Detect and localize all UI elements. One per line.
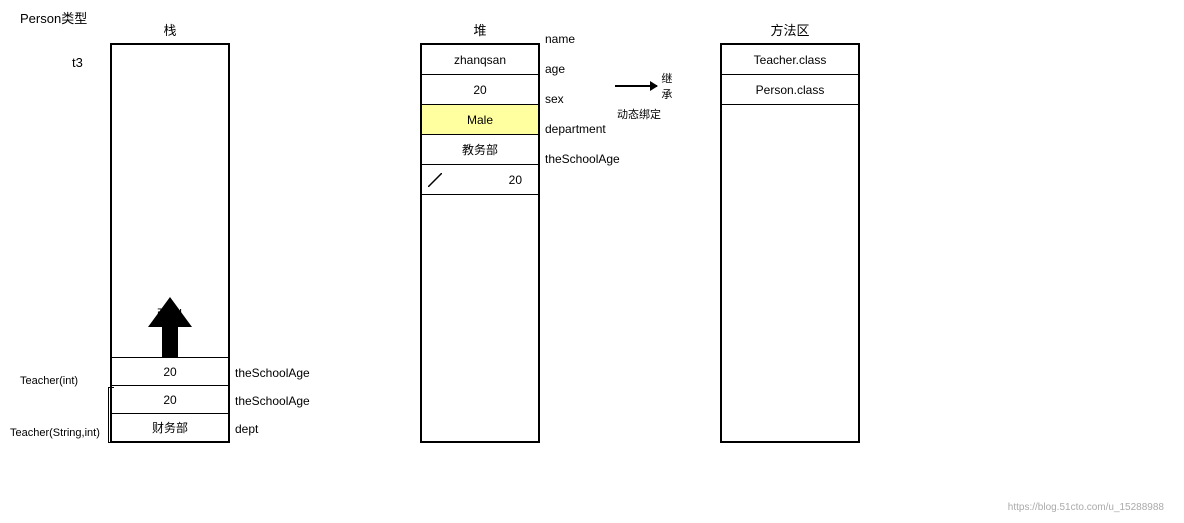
arrow-up [148,297,192,357]
arrow-line [615,85,657,87]
person-type-label: Person类型 [20,8,87,27]
heap-outer: zhanqsan 20 Male 教务部 [420,43,540,443]
teacher-string-int-label: Teacher(String,int) [10,427,100,439]
heap-field-label: department [545,122,606,136]
heap-cell-value: 20 [509,173,522,187]
table-row: 财务部 [112,413,228,441]
stack-right-label: dept [235,422,258,436]
heap-label-row: age [545,54,620,84]
diagram: Person类型 栈 t3 弹出 20 20 [0,0,1184,523]
heap-field-label: sex [545,92,564,106]
heap-cell-value: Male [467,113,493,127]
stack-cell-value: 20 [163,393,176,407]
inherit-label: 继承 [661,70,680,102]
table-row: 20 [422,165,538,195]
stack-right-row: theSchoolAge [235,387,310,415]
table-row: 20 [112,385,228,413]
inherit-arrow: 继承 [615,70,680,102]
stack-cell-value: 20 [163,365,176,379]
table-row: Male [422,105,538,135]
heap-field-label: name [545,32,575,46]
bracket [108,387,114,443]
stack-section: 栈 t3 弹出 20 20 财务部 [110,20,230,443]
stack-right-labels: theSchoolAge theSchoolAge dept [235,359,310,443]
stack-bottom: 20 20 财务部 [112,357,228,441]
stack-right-row: dept [235,415,310,443]
method-section: 方法区 Teacher.class Person.class [720,20,860,443]
heap-field-label: age [545,62,565,76]
heap-label-row: theSchoolAge [545,144,620,174]
table-row: Teacher.class [722,45,858,75]
method-outer: Teacher.class Person.class [720,43,860,443]
stack-cell-value: 财务部 [152,419,188,436]
method-cell-value: Teacher.class [754,53,827,67]
heap-section: 堆 zhanqsan 20 Male 教务部 [420,20,540,443]
table-row: 20 [422,75,538,105]
arrow-up-body [162,327,178,357]
stack-title: 栈 [110,20,230,39]
heap-top: zhanqsan 20 Male 教务部 [422,45,538,195]
heap-cell-value: 教务部 [462,141,498,158]
stack-right-label: theSchoolAge [235,394,310,408]
stack-outer: t3 弹出 20 20 财务部 [110,43,230,443]
heap-field-label: theSchoolAge [545,152,620,166]
heap-label-row: sex [545,84,620,114]
method-title: 方法区 [720,20,860,39]
table-row: zhanqsan [422,45,538,75]
arrowhead [650,81,658,91]
t3-label: t3 [72,55,83,70]
heap-right-labels: name age sex department theSchoolAge [545,24,620,174]
stack-right-row: theSchoolAge [235,359,310,387]
teacher-int-label: Teacher(int) [20,375,78,387]
table-row: Person.class [722,75,858,105]
watermark: https://blog.51cto.com/u_15288988 [1008,502,1164,513]
heap-cell-value: 20 [473,83,486,97]
table-row: 20 [112,357,228,385]
table-row: 教务部 [422,135,538,165]
dynamic-bind-label: 动态绑定 [617,106,680,122]
heap-cell-value: zhanqsan [454,53,506,67]
heap-label-row: department [545,114,620,144]
method-cell-value: Person.class [756,83,825,97]
arrow-up-head [148,297,192,327]
heap-title: 堆 [420,20,540,39]
diagonal-cross-icon [428,173,442,187]
heap-label-row: name [545,24,620,54]
inheritance-area: 继承 动态绑定 [615,70,680,122]
stack-right-label: theSchoolAge [235,366,310,380]
